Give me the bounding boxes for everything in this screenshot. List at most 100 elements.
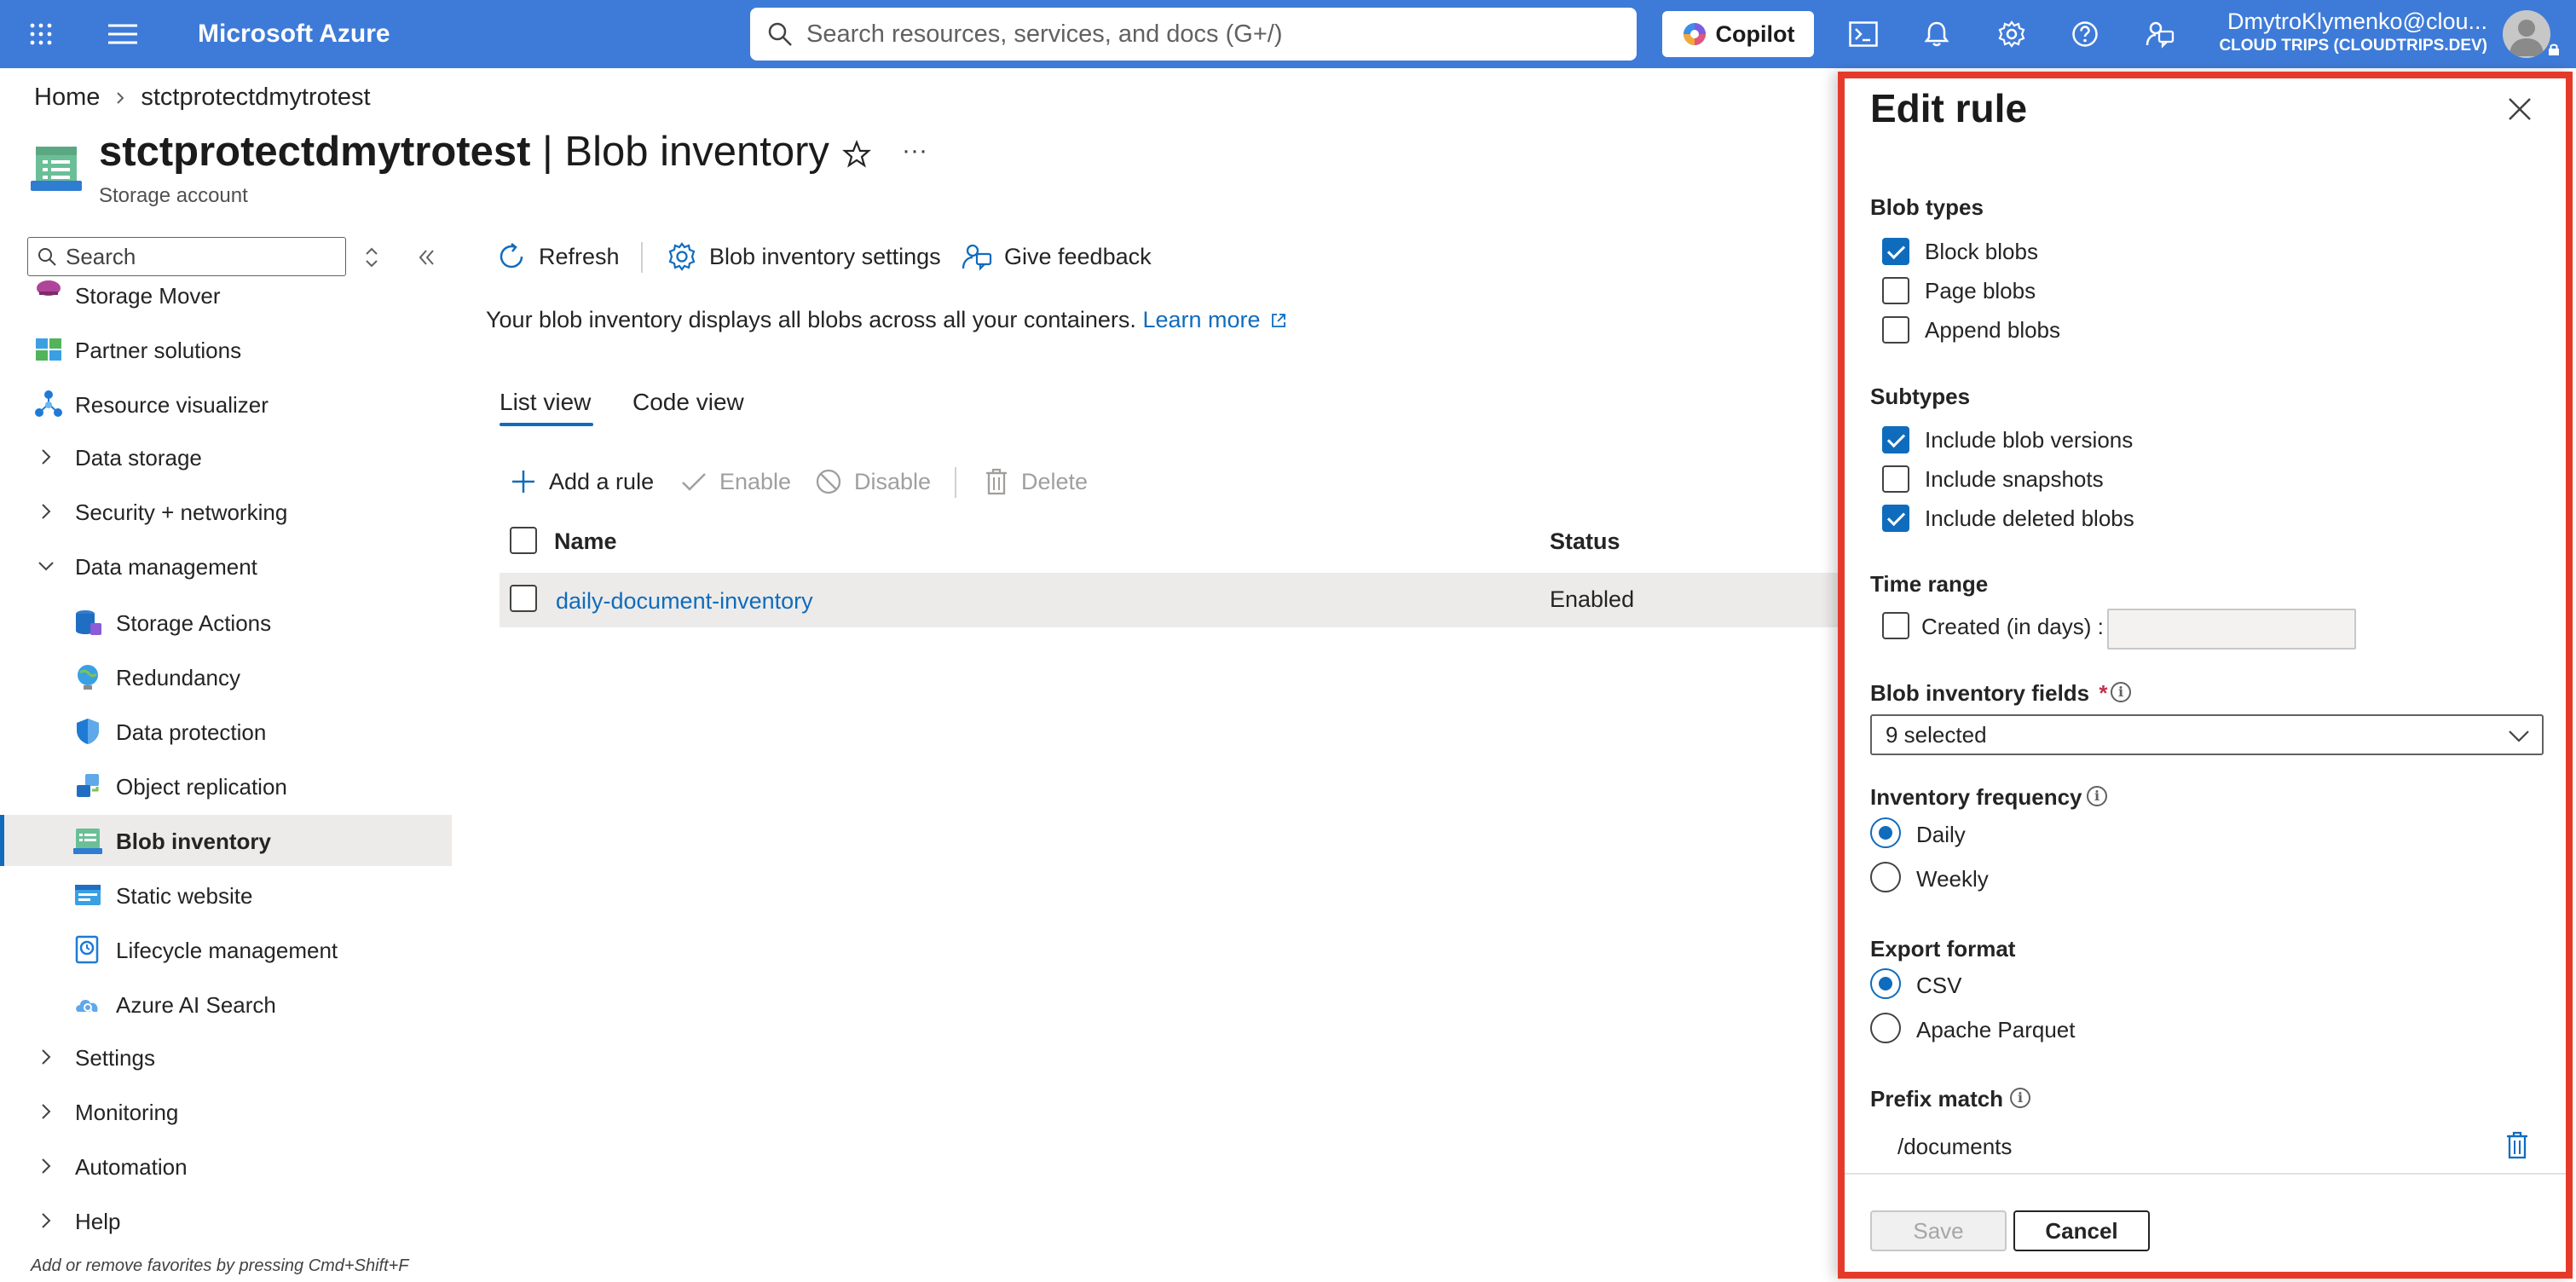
sidebar-item-redundancy[interactable]: Redundancy [0,651,452,702]
append-blobs-label[interactable]: Append blobs [1925,317,2060,344]
sidebar-item-azure-ai-search[interactable]: Azure AI Search [0,979,452,1030]
tab-code-view[interactable]: Code view [632,389,744,416]
include-snapshots-checkbox[interactable] [1882,465,1909,493]
block-blobs-checkbox[interactable] [1882,238,1909,265]
plus-icon [512,471,534,493]
export-format-label: Export format [1870,936,2016,962]
close-panel-button[interactable] [2501,90,2538,128]
prefix-match-value[interactable]: /documents [1897,1134,2012,1160]
add-rule-button[interactable]: Add a rule [510,460,654,503]
format-parquet-label[interactable]: Apache Parquet [1916,1017,2075,1043]
menu-search-input[interactable] [64,242,337,271]
sidebar-group-settings[interactable]: Settings [0,1031,452,1083]
sidebar-group-help[interactable]: Help [0,1195,452,1246]
sidebar-group-data-storage[interactable]: Data storage [0,431,452,482]
format-parquet-radio[interactable] [1870,1013,1901,1043]
sidebar-item-storage-mover[interactable]: Storage Mover [0,271,452,319]
frequency-weekly-radio[interactable] [1870,862,1901,892]
delete-prefix-button[interactable] [2504,1130,2530,1161]
global-search-input[interactable] [805,19,1606,49]
cancel-button[interactable]: Cancel [2013,1210,2150,1251]
app-launcher-icon[interactable] [15,9,66,60]
give-feedback-button[interactable]: Give feedback [962,235,1152,278]
frequency-daily-label[interactable]: Daily [1916,822,1966,848]
frequency-daily-radio[interactable] [1870,817,1901,848]
prefix-match-label: Prefix match [1870,1086,2004,1112]
page-blobs-checkbox[interactable] [1882,277,1909,304]
help-icon[interactable] [2059,9,2111,60]
sidebar-group-monitoring[interactable]: Monitoring [0,1086,452,1137]
more-options-button[interactable]: ··· [902,136,927,165]
delete-button[interactable]: Delete [984,460,1088,503]
breadcrumb-home[interactable]: Home [34,84,100,112]
page-blobs-label[interactable]: Page blobs [1925,278,2036,304]
collapse-menu-icon[interactable] [414,245,438,269]
format-csv-label[interactable]: CSV [1916,973,1961,999]
format-csv-radio[interactable] [1870,968,1901,999]
enable-button[interactable]: Enable [680,460,791,503]
favorite-star-icon[interactable] [842,140,876,174]
feedback-icon[interactable] [2134,9,2186,60]
sidebar-group-data-management[interactable]: Data management [0,540,452,592]
delete-label: Delete [1021,468,1089,494]
sidebar-item-label: Lifecycle management [116,938,338,963]
sidebar-item-data-protection[interactable]: Data protection [0,706,452,757]
include-blob-versions-label[interactable]: Include blob versions [1925,427,2133,453]
sidebar-item-static-website[interactable]: Static website [0,869,452,921]
include-snapshots-label[interactable]: Include snapshots [1925,466,2104,493]
refresh-button[interactable]: Refresh [496,235,620,278]
cloud-shell-icon[interactable] [1838,9,1889,60]
sidebar-item-label: Partner solutions [75,338,242,363]
storage-mover-icon [34,276,63,305]
blob-inventory-settings-button[interactable]: Blob inventory settings [667,235,941,278]
settings-gear-icon[interactable] [1986,9,2037,60]
sidebar-item-resource-visualizer[interactable]: Resource visualizer [0,378,452,430]
select-all-checkbox[interactable] [510,527,537,554]
frequency-weekly-label[interactable]: Weekly [1916,866,1989,892]
append-blobs-checkbox[interactable] [1882,316,1909,344]
info-icon[interactable]: i [2087,786,2107,806]
created-days-checkbox[interactable] [1882,612,1909,639]
copilot-label: Copilot [1715,20,1795,47]
include-deleted-blobs-label[interactable]: Include deleted blobs [1925,505,2134,532]
hamburger-menu-icon[interactable] [97,9,148,60]
sidebar-item-lifecycle-management[interactable]: Lifecycle management [0,924,452,975]
page-title-page: Blob inventory [564,129,829,175]
chevron-right-icon [42,1104,51,1119]
tab-list-view[interactable]: List view [500,389,591,416]
notifications-bell-icon[interactable] [1911,9,1962,60]
sidebar-item-blob-inventory[interactable]: Blob inventory [0,815,452,866]
sidebar-group-automation[interactable]: Automation [0,1141,452,1192]
learn-more-link[interactable]: Learn more [1142,307,1287,332]
global-search[interactable] [750,8,1637,61]
refresh-label: Refresh [539,243,620,269]
sidebar-item-partner-solutions[interactable]: Partner solutions [0,324,452,375]
sort-updown-icon[interactable] [363,245,384,269]
column-header-status[interactable]: Status [1550,528,1620,555]
blob-inventory-fields-dropdown[interactable]: 9 selected [1870,714,2544,755]
avatar[interactable] [2503,10,2550,58]
row-checkbox[interactable] [510,585,537,612]
created-days-label[interactable]: Created (in days) : [1921,614,2104,640]
disable-button[interactable]: Disable [815,460,931,503]
sidebar-item-object-replication[interactable]: Object replication [0,760,452,811]
column-header-name[interactable]: Name [554,528,617,555]
info-icon[interactable]: i [2111,682,2131,702]
sidebar-group-security-networking[interactable]: Security + networking [0,486,452,537]
info-icon[interactable]: i [2010,1088,2030,1108]
breadcrumb-resource[interactable]: stctprotectdmytrotest [141,84,370,112]
rule-name-link[interactable]: daily-document-inventory [556,588,813,615]
created-days-input[interactable] [2107,609,2356,650]
brand-title[interactable]: Microsoft Azure [198,17,390,51]
copilot-button[interactable]: Copilot [1662,11,1814,57]
trash-icon [986,468,1007,495]
save-button[interactable]: Save [1870,1210,2007,1251]
block-blobs-label[interactable]: Block blobs [1925,239,2038,265]
include-blob-versions-checkbox[interactable] [1882,426,1909,453]
include-deleted-blobs-checkbox[interactable] [1882,505,1909,532]
page-title: stctprotectdmytrotest | Blob inventory [99,128,829,176]
external-link-icon [1272,314,1285,327]
account-info[interactable]: DmytroKlymenko@clou... CLOUD TRIPS (CLOU… [2206,7,2487,56]
sidebar-item-storage-actions[interactable]: Storage Actions [0,597,452,648]
chevron-right-icon [42,1158,51,1174]
